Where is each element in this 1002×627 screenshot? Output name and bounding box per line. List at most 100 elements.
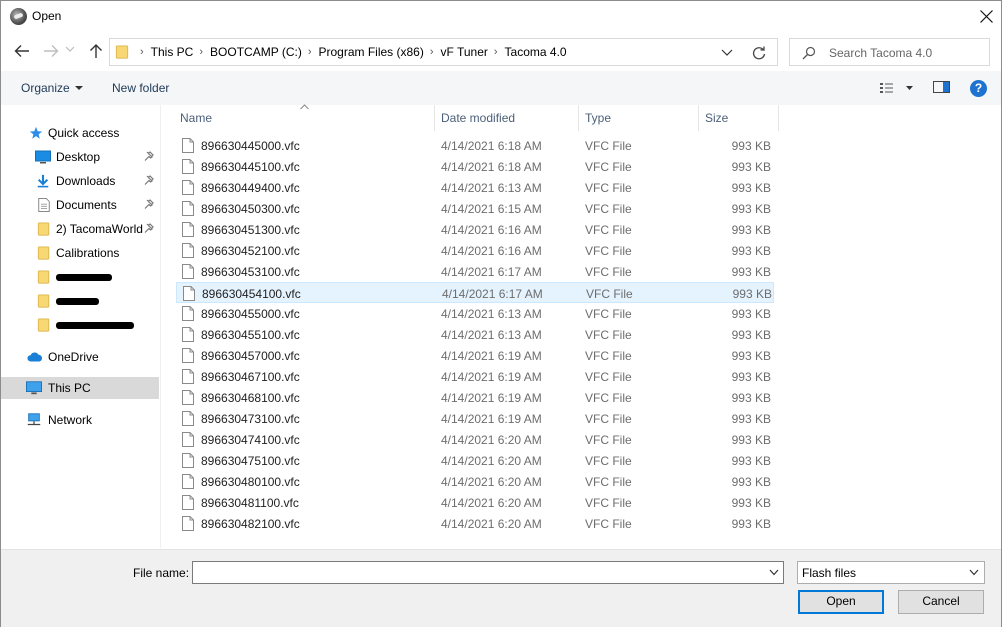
file-name: 896630455100.vfc bbox=[201, 328, 300, 342]
file-row[interactable]: 896630455100.vfc 4/14/2021 6:13 AM VFC Fil… bbox=[176, 324, 774, 345]
breadcrumb-item[interactable]: BOOTCAMP (C:) bbox=[210, 45, 302, 59]
file-row[interactable]: 896630454100.vfc 4/14/2021 6:17 AM VFC Fil… bbox=[176, 282, 774, 303]
cloud-icon bbox=[27, 352, 43, 362]
nav-item-tacomaworld[interactable]: 2) TacomaWorld bbox=[1, 218, 159, 240]
help-button[interactable]: ? bbox=[970, 80, 987, 97]
pin-icon[interactable] bbox=[144, 223, 154, 234]
open-button[interactable]: Open bbox=[798, 590, 884, 614]
nav-onedrive[interactable]: OneDrive bbox=[1, 346, 159, 368]
file-row[interactable]: 896630475100.vfc 4/14/2021 6:20 AM VFC Fil… bbox=[176, 450, 774, 471]
up-arrow-icon bbox=[90, 44, 102, 58]
column-divider[interactable] bbox=[698, 105, 699, 131]
column-header-label: Date modified bbox=[441, 111, 516, 125]
recent-locations-button[interactable] bbox=[64, 43, 78, 65]
file-date-modified: 4/14/2021 6:17 AM bbox=[441, 265, 542, 279]
nav-quick-access[interactable]: Quick access bbox=[1, 122, 159, 144]
file-row[interactable]: 896630445100.vfc 4/14/2021 6:18 AM VFC Fil… bbox=[176, 156, 774, 177]
breadcrumb-item[interactable]: This PC bbox=[151, 45, 194, 59]
nav-item-calibrations[interactable]: Calibrations bbox=[1, 242, 159, 264]
file-name: 896630455000.vfc bbox=[201, 307, 300, 321]
breadcrumb-item[interactable]: vF Tuner bbox=[441, 45, 488, 59]
nav-this-pc[interactable]: This PC bbox=[1, 377, 159, 399]
breadcrumb-separator-icon[interactable]: › bbox=[199, 46, 203, 58]
nav-label: Desktop bbox=[56, 150, 101, 164]
file-type: VFC File bbox=[585, 454, 632, 468]
file-row[interactable]: 896630473100.vfc 4/14/2021 6:19 AM VFC Fil… bbox=[176, 408, 774, 429]
file-row[interactable]: 896630453100.vfc 4/14/2021 6:17 AM VFC Fil… bbox=[176, 261, 774, 282]
file-row[interactable]: 896630445000.vfc 4/14/2021 6:18 AM VFC Fil… bbox=[176, 135, 774, 156]
computer-icon bbox=[26, 381, 42, 395]
address-bar[interactable]: › This PC › BOOTCAMP (C:) › Program File… bbox=[109, 38, 778, 66]
nav-label: Quick access bbox=[48, 126, 120, 140]
column-divider[interactable] bbox=[778, 105, 779, 131]
breadcrumb-separator-icon[interactable]: › bbox=[494, 46, 498, 58]
organize-button[interactable]: Organize bbox=[21, 81, 83, 95]
file-row[interactable]: 896630474100.vfc 4/14/2021 6:20 AM VFC Fil… bbox=[176, 429, 774, 450]
file-date-modified: 4/14/2021 6:17 AM bbox=[442, 287, 543, 301]
file-type-select[interactable]: Flash files bbox=[797, 561, 985, 584]
file-date-modified: 4/14/2021 6:19 AM bbox=[441, 391, 542, 405]
file-row[interactable]: 896630452100.vfc 4/14/2021 6:16 AM VFC Fil… bbox=[176, 240, 774, 261]
file-row[interactable]: 896630449400.vfc 4/14/2021 6:13 AM VFC Fil… bbox=[176, 177, 774, 198]
nav-item-downloads[interactable]: Downloads bbox=[1, 170, 159, 192]
navigation-row: › This PC › BOOTCAMP (C:) › Program File… bbox=[1, 33, 1001, 71]
file-name-label: File name: bbox=[133, 566, 190, 580]
column-header-type[interactable]: Type bbox=[580, 105, 698, 131]
search-input[interactable]: Search Tacoma 4.0 bbox=[789, 38, 990, 66]
file-row[interactable]: 896630467100.vfc 4/14/2021 6:19 AM VFC Fil… bbox=[176, 366, 774, 387]
file-size: 993 KB bbox=[731, 202, 771, 216]
nav-item-redacted-2[interactable] bbox=[1, 290, 159, 312]
breadcrumb-item[interactable]: Tacoma 4.0 bbox=[505, 45, 567, 59]
file-icon bbox=[182, 495, 194, 510]
file-size: 993 KB bbox=[731, 307, 771, 321]
downloads-icon bbox=[37, 174, 49, 188]
nav-network[interactable]: Network bbox=[1, 409, 159, 431]
column-header-size[interactable]: Size bbox=[700, 105, 778, 131]
column-header-date[interactable]: Date modified bbox=[436, 105, 578, 131]
nav-item-desktop[interactable]: Desktop bbox=[1, 146, 159, 168]
file-name-input[interactable] bbox=[192, 561, 784, 584]
file-name: 896630452100.vfc bbox=[201, 244, 300, 258]
nav-item-redacted-3[interactable] bbox=[1, 314, 159, 336]
navigation-pane[interactable]: Quick access Desktop Downloads Documents… bbox=[1, 105, 161, 548]
pin-icon[interactable] bbox=[144, 175, 154, 186]
nav-label: OneDrive bbox=[48, 350, 99, 364]
breadcrumb-separator-icon[interactable]: › bbox=[308, 46, 312, 58]
column-header-label: Type bbox=[585, 111, 612, 125]
change-view-button[interactable] bbox=[878, 80, 916, 96]
up-button[interactable] bbox=[85, 40, 107, 62]
new-folder-button[interactable]: New folder bbox=[112, 81, 169, 95]
file-row[interactable]: 896630450300.vfc 4/14/2021 6:15 AM VFC Fil… bbox=[176, 198, 774, 219]
file-row[interactable]: 896630480100.vfc 4/14/2021 6:20 AM VFC Fil… bbox=[176, 471, 774, 492]
nav-item-redacted-1[interactable] bbox=[1, 266, 159, 288]
file-icon bbox=[182, 474, 194, 489]
file-row[interactable]: 896630457000.vfc 4/14/2021 6:19 AM VFC Fil… bbox=[176, 345, 774, 366]
file-size: 993 KB bbox=[731, 349, 771, 363]
file-date-modified: 4/14/2021 6:13 AM bbox=[441, 181, 542, 195]
file-row[interactable]: 896630481100.vfc 4/14/2021 6:20 AM VFC Fil… bbox=[176, 492, 774, 513]
cancel-button[interactable]: Cancel bbox=[898, 590, 984, 614]
column-header-name[interactable]: Name bbox=[175, 105, 434, 131]
star-icon bbox=[29, 126, 43, 139]
chevron-down-icon[interactable] bbox=[769, 569, 779, 576]
close-button[interactable] bbox=[971, 1, 1001, 33]
file-type: VFC File bbox=[585, 391, 632, 405]
file-row[interactable]: 896630455000.vfc 4/14/2021 6:13 AM VFC Fil… bbox=[176, 303, 774, 324]
breadcrumb-item[interactable]: Program Files (x86) bbox=[318, 45, 423, 59]
title-bar[interactable]: Open bbox=[1, 1, 1001, 33]
file-row[interactable]: 896630482100.vfc 4/14/2021 6:20 AM VFC Fil… bbox=[176, 513, 774, 534]
pin-icon[interactable] bbox=[144, 151, 154, 162]
breadcrumb-separator-icon[interactable]: › bbox=[430, 46, 434, 58]
pin-icon[interactable] bbox=[144, 199, 154, 210]
forward-button[interactable] bbox=[40, 40, 62, 62]
file-row[interactable]: 896630468100.vfc 4/14/2021 6:19 AM VFC Fil… bbox=[176, 387, 774, 408]
back-button[interactable] bbox=[11, 40, 33, 62]
window-title: Open bbox=[32, 9, 62, 23]
file-row[interactable]: 896630451300.vfc 4/14/2021 6:16 AM VFC Fil… bbox=[176, 219, 774, 240]
column-divider[interactable] bbox=[578, 105, 579, 131]
address-dropdown-icon[interactable] bbox=[720, 47, 734, 59]
column-divider[interactable] bbox=[434, 105, 435, 131]
refresh-icon[interactable] bbox=[751, 45, 767, 61]
preview-pane-button[interactable] bbox=[933, 80, 953, 96]
nav-item-documents[interactable]: Documents bbox=[1, 194, 159, 216]
